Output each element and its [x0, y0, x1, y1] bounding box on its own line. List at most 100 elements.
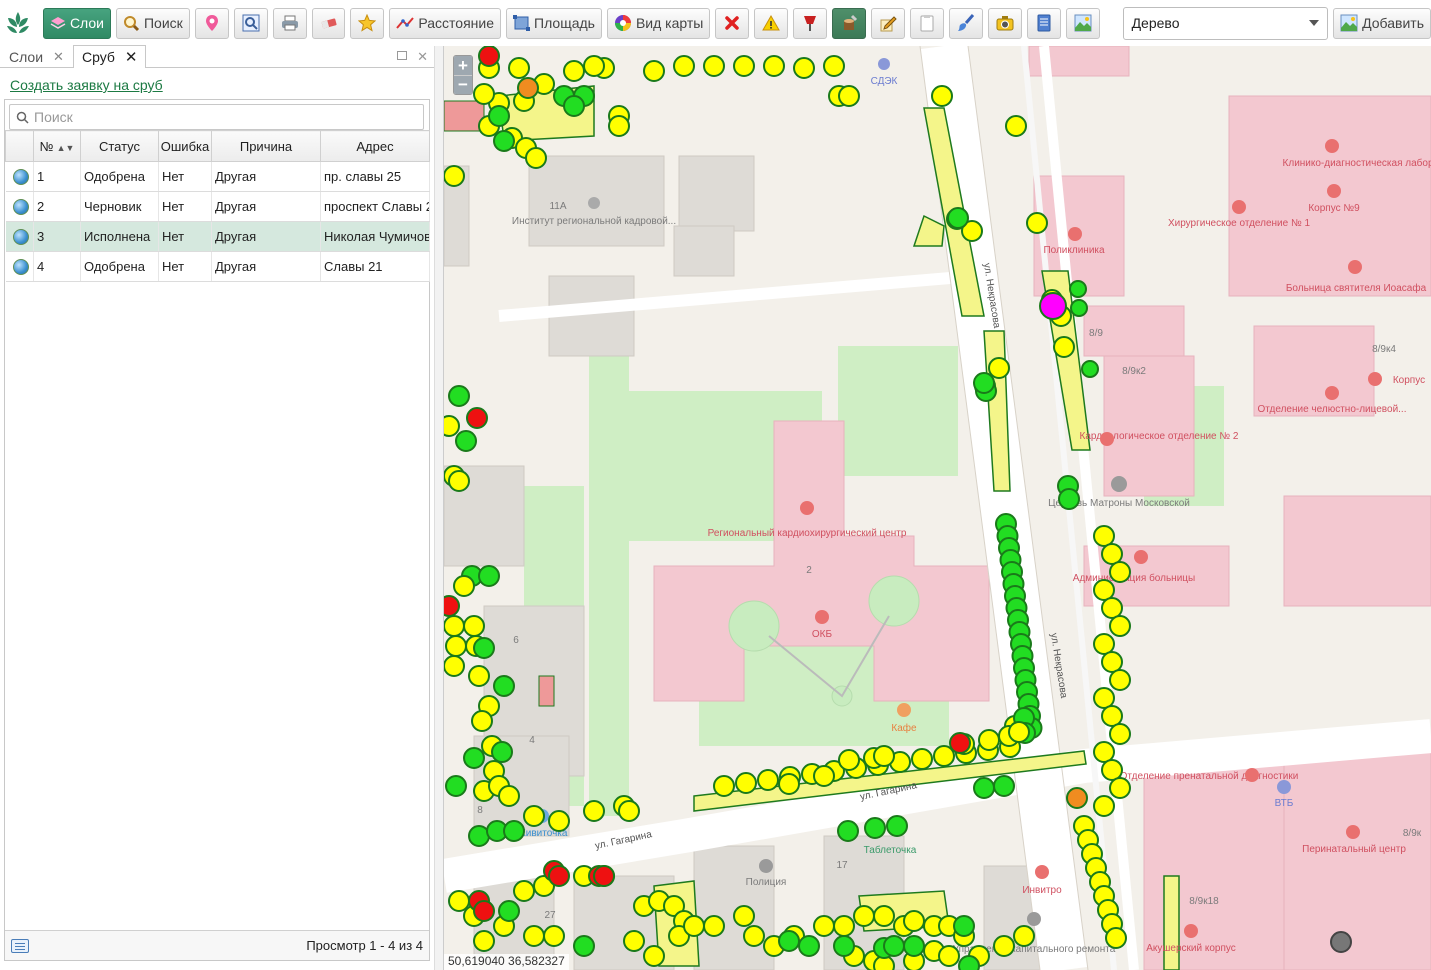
table-row-selected[interactable]: 3 Исполнена Нет Другая Николая Чумичова [5, 221, 430, 252]
tree-marker-ok[interactable] [735, 772, 757, 794]
tree-marker-ok[interactable] [1093, 741, 1115, 763]
tree-marker-healthy[interactable] [468, 825, 490, 847]
tree-marker-ok[interactable] [1101, 597, 1123, 619]
column-header-address[interactable]: Адрес [320, 130, 430, 162]
tree-marker-ok[interactable] [873, 745, 895, 767]
tree-marker-healthy[interactable] [778, 930, 800, 952]
tree-marker-ok[interactable] [1005, 115, 1027, 137]
tree-marker-ok[interactable] [473, 83, 495, 105]
tree-marker-ok[interactable] [498, 785, 520, 807]
tree-marker-ok[interactable] [778, 773, 800, 795]
tree-marker-ok[interactable] [583, 800, 605, 822]
tree-marker-ok[interactable] [444, 165, 465, 187]
add-button[interactable]: Добавить [1333, 7, 1431, 39]
globe-icon[interactable] [12, 198, 29, 215]
tree-marker-healthy[interactable] [958, 955, 980, 970]
map-view-button[interactable]: Вид карты [606, 7, 711, 39]
tree-marker-ok[interactable] [448, 470, 470, 492]
tree-marker-ok[interactable] [543, 925, 565, 947]
tree-marker-ok[interactable] [468, 665, 490, 687]
tree-marker-other[interactable] [1330, 931, 1352, 953]
warning-button[interactable] [754, 7, 789, 39]
tree-marker-ok[interactable] [1101, 759, 1123, 781]
print-button[interactable] [272, 7, 307, 39]
tree-marker-ok[interactable] [444, 415, 460, 437]
tree-marker-ok[interactable] [993, 935, 1015, 957]
tree-marker-healthy[interactable] [833, 935, 855, 957]
tree-marker-ok[interactable] [1026, 212, 1048, 234]
tab-felling[interactable]: Сруб ✕ [72, 45, 147, 68]
globe-icon[interactable] [12, 168, 29, 185]
tree-marker-healthy[interactable] [478, 565, 500, 587]
tree-marker-ok[interactable] [823, 55, 845, 77]
globe-icon[interactable] [12, 258, 29, 275]
tree-marker-ok[interactable] [523, 925, 545, 947]
search-button[interactable]: Поиск [115, 7, 190, 39]
tree-marker-healthy[interactable] [488, 105, 510, 127]
tree-marker-ok[interactable] [525, 147, 547, 169]
tree-marker-ok[interactable] [1105, 927, 1127, 949]
table-row[interactable]: 2 Черновик Нет Другая проспект Славы 25 [5, 191, 430, 222]
distance-button[interactable]: Расстояние [389, 7, 502, 39]
select-area-button[interactable] [233, 7, 268, 39]
tree-marker-healthy[interactable] [993, 775, 1015, 797]
tree-marker-ok[interactable] [988, 357, 1010, 379]
tree-marker-healthy[interactable] [448, 385, 470, 407]
tree-marker-ok[interactable] [873, 905, 895, 927]
camera-button[interactable] [987, 7, 1022, 39]
tree-marker-ok[interactable] [1109, 777, 1131, 799]
tree-marker-ok[interactable] [673, 55, 695, 77]
tree-marker-removed[interactable] [466, 407, 488, 429]
column-header-status[interactable]: Статус [80, 130, 159, 162]
tree-marker-ok[interactable] [473, 930, 495, 952]
tree-marker-ok[interactable] [938, 945, 960, 967]
tree-marker-ok[interactable] [513, 880, 535, 902]
tree-marker-ok[interactable] [1093, 795, 1115, 817]
tree-marker-healthy[interactable] [455, 430, 477, 452]
tree-marker-healthy[interactable] [563, 95, 585, 117]
tree-marker-ok[interactable] [978, 729, 1000, 751]
tree-marker-healthy[interactable] [947, 207, 969, 229]
column-header-reason[interactable]: Причина [211, 130, 321, 162]
tree-marker-ok[interactable] [1013, 925, 1035, 947]
tree-marker-ok[interactable] [583, 55, 605, 77]
felling-button[interactable] [832, 7, 867, 39]
tree-marker-ok[interactable] [643, 60, 665, 82]
tree-marker-ok[interactable] [453, 575, 475, 597]
tree-marker-ok[interactable] [733, 55, 755, 77]
tree-marker-ok[interactable] [703, 55, 725, 77]
tree-marker-ok[interactable] [548, 810, 570, 832]
tree-marker-ok[interactable] [1109, 723, 1131, 745]
tree-marker-ok[interactable] [1093, 579, 1115, 601]
tree-marker-removed[interactable] [949, 732, 971, 754]
tree-marker-healthy[interactable] [1070, 299, 1088, 317]
tree-marker-healthy[interactable] [886, 815, 908, 837]
tree-marker-healthy[interactable] [503, 820, 525, 842]
tree-marker-ok[interactable] [1008, 721, 1030, 743]
tree-marker-selected[interactable] [1039, 292, 1067, 320]
tree-marker-healthy[interactable] [837, 820, 859, 842]
tree-marker-healthy[interactable] [463, 747, 485, 769]
tree-marker-ok[interactable] [608, 115, 630, 137]
tree-marker-healthy[interactable] [493, 675, 515, 697]
tree-marker-removed[interactable] [444, 595, 460, 617]
tree-marker-ok[interactable] [1101, 651, 1123, 673]
column-header-error[interactable]: Ошибка [158, 130, 212, 162]
tree-marker-ok[interactable] [444, 615, 465, 637]
document-button[interactable] [1026, 7, 1061, 39]
tree-marker-warning[interactable] [1066, 787, 1088, 809]
tree-marker-ok[interactable] [445, 635, 467, 657]
eraser-button[interactable] [311, 7, 346, 39]
clipboard-button[interactable] [909, 7, 944, 39]
zoom-out-button[interactable]: − [454, 75, 472, 94]
megaphone-button[interactable] [793, 7, 828, 39]
tree-marker-ok[interactable] [448, 890, 470, 912]
tree-marker-healthy[interactable] [493, 130, 515, 152]
tree-marker-removed[interactable] [478, 46, 500, 67]
tree-marker-ok[interactable] [763, 55, 785, 77]
tab-layers-close-icon[interactable]: ✕ [53, 49, 64, 65]
tree-marker-removed[interactable] [593, 865, 615, 887]
tree-marker-ok[interactable] [757, 769, 779, 791]
table-row[interactable]: 1 Одобрена Нет Другая пр. славы 25 [5, 161, 430, 192]
tree-marker-ok[interactable] [733, 905, 755, 927]
